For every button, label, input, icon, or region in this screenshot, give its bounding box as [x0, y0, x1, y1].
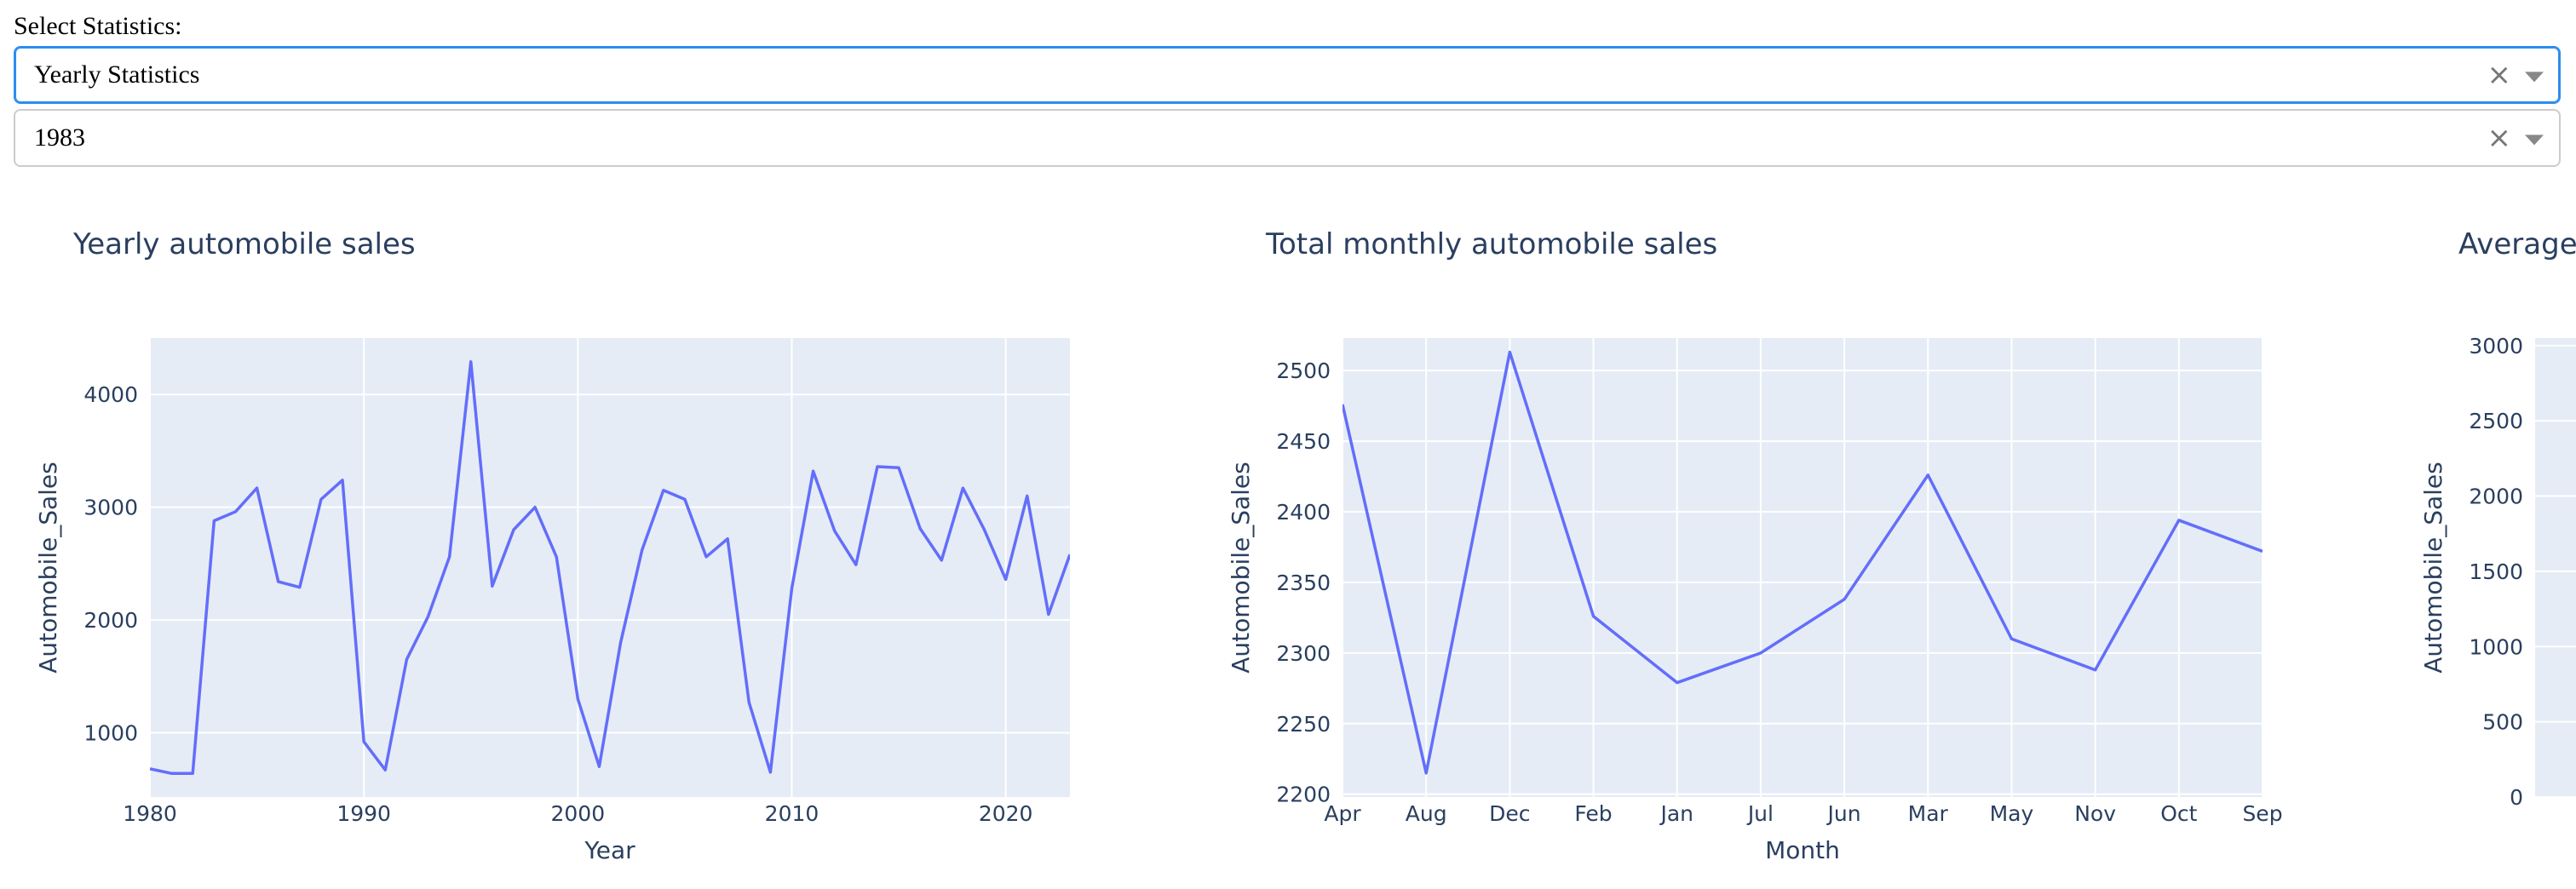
x-tick-label: Sep: [2242, 801, 2282, 826]
plot-background: [150, 338, 1070, 797]
y-tick-label: 2300: [1276, 641, 1331, 666]
x-tick-label: Mar: [1908, 801, 1949, 826]
x-tick-label: 2020: [979, 801, 1033, 826]
x-tick-label: Oct: [2160, 801, 2197, 826]
plot-background: [1343, 338, 2263, 797]
chart-title: Yearly automobile sales: [72, 227, 416, 261]
y-tick-label: 1000: [2469, 634, 2523, 659]
x-axis-label: Month: [1765, 836, 1840, 864]
x-tick-label: 1990: [336, 801, 391, 826]
y-tick-label: 2450: [1276, 429, 1331, 454]
y-tick-label: 2000: [83, 608, 138, 633]
x-tick-label: Aug: [1406, 801, 1447, 826]
chart-title: Average: [2458, 227, 2576, 261]
y-axis-label: Automobile_Sales: [1227, 462, 1255, 674]
x-axis-label: Year: [584, 836, 635, 864]
x-tick-label: Apr: [1324, 801, 1361, 826]
plot-background: [2535, 338, 2576, 797]
x-tick-label: Nov: [2074, 801, 2116, 826]
charts-area: Yearly automobile sales 1000 2000 3000 4000 A…: [34, 227, 2576, 864]
y-tick-label: 3000: [2469, 334, 2523, 358]
y-tick-label: 1000: [83, 721, 138, 746]
y-axis-label: Automobile_Sales: [34, 462, 62, 674]
y-axis-label: Automobile_Sales: [2419, 462, 2447, 674]
x-tick-label: Jun: [1826, 801, 1861, 826]
y-tick-label: 4000: [83, 382, 138, 407]
y-tick-label: 2400: [1276, 500, 1331, 525]
x-tick-label: 2010: [765, 801, 819, 826]
x-tick-label: Jan: [1659, 801, 1693, 826]
y-tick-label: 2250: [1276, 712, 1331, 737]
y-tick-label: 2000: [2469, 485, 2523, 509]
y-tick-label: 3000: [83, 496, 138, 520]
x-tick-label: 2000: [551, 801, 606, 826]
y-tick-label: 2200: [1276, 783, 1331, 807]
y-tick-label: 1500: [2469, 559, 2523, 584]
y-tick-label: 2500: [1276, 358, 1331, 383]
y-tick-label: 2500: [2469, 409, 2523, 433]
x-tick-label: May: [1990, 801, 2034, 826]
x-tick-label: Jul: [1746, 801, 1774, 826]
x-tick-label: 1980: [123, 801, 177, 826]
y-tick-label: 0: [2510, 785, 2523, 810]
chart-title: Total monthly automobile sales: [1265, 227, 1717, 261]
y-tick-label: 500: [2482, 710, 2523, 735]
x-tick-label: Dec: [1489, 801, 1530, 826]
x-tick-label: Feb: [1574, 801, 1612, 826]
y-tick-label: 2350: [1276, 571, 1331, 595]
